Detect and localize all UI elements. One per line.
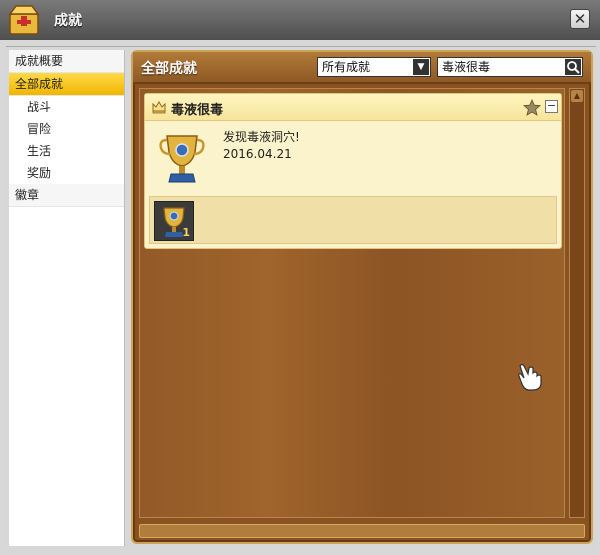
sidebar-item-rewards[interactable]: 奖励 xyxy=(9,162,124,184)
achievement-title: 毒液很毒 xyxy=(171,103,224,118)
panel-title: 全部成就 xyxy=(141,61,197,77)
star-icon[interactable] xyxy=(523,99,541,116)
minus-icon: − xyxy=(546,99,557,112)
scrollbar[interactable]: ▲ xyxy=(569,88,585,518)
sidebar-item-label: 成就概要 xyxy=(15,54,64,68)
search-value: 毒液很毒 xyxy=(442,60,491,74)
sidebar-item-adventure[interactable]: 冒险 xyxy=(9,118,124,140)
sidebar-item-label: 战斗 xyxy=(27,100,52,114)
trophy-icon xyxy=(159,135,205,183)
achievement-card-header: 毒液很毒 − xyxy=(145,94,561,121)
panel-footer-bar xyxy=(139,524,585,538)
panel-header: 全部成就 所有成就 ▼ 毒液很毒 xyxy=(133,52,591,84)
achievement-card[interactable]: 毒液很毒 − 发现毒液洞穴! 2016.04.21 1 xyxy=(144,93,562,249)
sidebar-item-label: 全部成就 xyxy=(15,77,64,91)
close-button[interactable]: ✕ xyxy=(570,9,590,29)
window-title: 成就 xyxy=(54,13,82,29)
achievement-panel: 全部成就 所有成就 ▼ 毒液很毒 毒液很毒 − 发现毒液洞穴! 2016.04.… xyxy=(131,50,593,544)
title-bar[interactable]: 成就 ✕ xyxy=(0,0,600,40)
filter-selected: 所有成就 xyxy=(322,60,371,74)
sidebar-item-label: 冒险 xyxy=(27,122,52,136)
close-icon: ✕ xyxy=(573,10,587,28)
sidebar-item-life[interactable]: 生活 xyxy=(9,140,124,162)
hand-cursor-icon xyxy=(518,363,542,391)
achievement-window: 成就 ✕ 成就概要 全部成就 战斗 冒险 生活 奖励 徽章 全部成就 所有成就 … xyxy=(0,0,600,555)
achievement-list: 毒液很毒 − 发现毒液洞穴! 2016.04.21 1 xyxy=(139,88,565,518)
search-input[interactable]: 毒液很毒 xyxy=(437,57,583,77)
window-content: 成就概要 全部成就 战斗 冒险 生活 奖励 徽章 全部成就 所有成就 ▼ 毒液很… xyxy=(6,46,596,551)
sidebar-item-all[interactable]: 全部成就 xyxy=(9,73,124,96)
category-sidebar: 成就概要 全部成就 战斗 冒险 生活 奖励 徽章 xyxy=(9,50,125,546)
sidebar-item-label: 徽章 xyxy=(15,188,40,202)
chevron-down-icon[interactable]: ▼ xyxy=(413,59,429,75)
achievement-description: 发现毒液洞穴! xyxy=(223,130,300,144)
sidebar-item-combat[interactable]: 战斗 xyxy=(9,96,124,118)
achievement-date: 2016.04.21 xyxy=(223,147,292,161)
search-button[interactable] xyxy=(565,59,581,75)
filter-dropdown[interactable]: 所有成就 ▼ xyxy=(317,57,431,77)
sidebar-item-label: 生活 xyxy=(27,144,52,158)
reward-row: 1 xyxy=(149,196,557,244)
collapse-button[interactable]: − xyxy=(545,100,558,113)
scroll-up-icon[interactable]: ▲ xyxy=(571,90,583,102)
sidebar-item-badges[interactable]: 徽章 xyxy=(9,184,124,207)
crown-icon xyxy=(152,101,166,114)
sidebar-item-label: 奖励 xyxy=(27,166,52,180)
treasure-box-icon xyxy=(8,5,40,35)
reward-count: 1 xyxy=(182,226,190,239)
search-icon xyxy=(567,61,580,74)
sidebar-item-overview[interactable]: 成就概要 xyxy=(9,50,124,73)
reward-item-slot[interactable]: 1 xyxy=(154,201,194,241)
